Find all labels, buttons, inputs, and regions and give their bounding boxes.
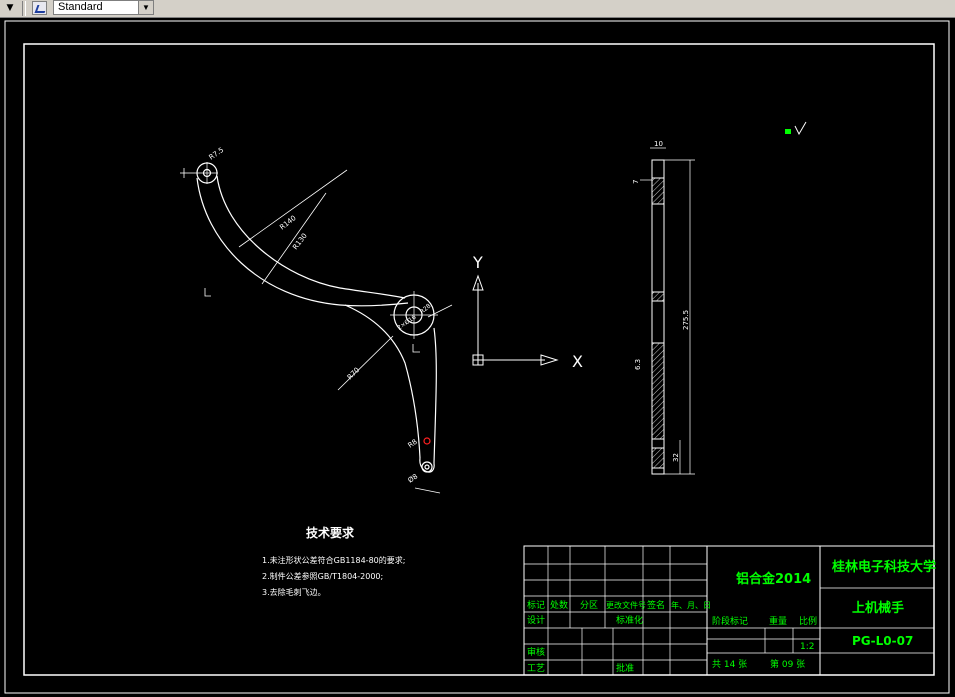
dim-text-o8: Ø8 — [407, 472, 420, 484]
tb-stage-label: 阶段标记 — [712, 615, 748, 627]
bottom-eye-outline — [421, 461, 433, 473]
tb-standardize: 标准化 — [616, 614, 643, 626]
roughness-green-mark — [785, 129, 791, 134]
tb-scale-value: 1:2 — [800, 642, 814, 652]
ucs-x-label: X — [572, 352, 583, 371]
tb-drawing-no: PG-L0-07 — [852, 634, 913, 648]
dim-leader-bottom — [414, 487, 441, 494]
tb-header-date: 年、月、日 — [671, 600, 711, 610]
text-style-select[interactable]: Standard ▼ — [53, 0, 154, 15]
side-surface-finish: 6.3 — [634, 359, 642, 370]
tb-sheet-no: 第 09 张 — [770, 658, 805, 670]
side-view-hatch-mid — [651, 291, 665, 302]
title-block-text: 铝合金2014 桂林电子科技大学 上机械手 PG-L0-07 标记 处数 分区 … — [527, 559, 936, 674]
dim-leader-r130 — [261, 192, 327, 285]
tb-material: 铝合金2014 — [736, 571, 811, 587]
tb-process: 工艺 — [527, 663, 545, 674]
tech-req-line-1: 1.未注形状公差符合GB1184-80的要求; — [262, 555, 405, 565]
tb-review: 审核 — [527, 646, 545, 658]
toolbar-dropdown-arrow-icon[interactable]: ▼ — [3, 2, 17, 15]
tb-scale-label: 比例 — [799, 615, 817, 627]
tb-total-sheets: 共 14 张 — [712, 659, 747, 670]
construction-mark-left — [204, 288, 211, 297]
bottom-hole-red-marker — [423, 437, 431, 445]
tb-header-count: 处数 — [550, 599, 568, 611]
tb-design: 设计 — [527, 614, 545, 626]
tb-header-mark: 标记 — [527, 599, 545, 611]
side-dim-text-275-5: 275.5 — [682, 310, 690, 330]
ucs-y-label: Y — [472, 253, 483, 272]
dim-text-r7-5: R7.5 — [208, 146, 226, 162]
side-view-hatch-top — [651, 177, 665, 205]
tb-header-zone: 分区 — [580, 600, 598, 611]
tech-req-line-2: 2.制件公差参照GB/T1804-2000; — [262, 571, 383, 581]
dim-text-r70: R70 — [346, 366, 361, 381]
outer-frame — [4, 20, 950, 694]
tb-header-change-doc: 更改文件号 — [606, 600, 646, 610]
dim-text-r8: R8 — [407, 438, 419, 450]
tech-req-line-3: 3.去除毛刺飞边。 — [262, 587, 326, 597]
lower-arm-right-edge — [433, 327, 437, 464]
chevron-down-icon[interactable]: ▼ — [138, 1, 153, 14]
dim-text-r130: R130 — [291, 232, 309, 251]
lower-arm-left-edge — [344, 304, 421, 459]
tb-school: 桂林电子科技大学 — [831, 559, 936, 575]
cad-drawing[interactable]: R7.5 R140 R130 R70 R28 2×Ø16 R8 Ø8 Y X 1… — [0, 18, 955, 697]
tb-header-sign: 签名 — [647, 599, 665, 611]
tb-part-name: 上机械手 — [852, 600, 904, 616]
ucs-icon — [472, 274, 559, 366]
toolbar-separator — [22, 1, 26, 16]
text-style-value: Standard — [58, 1, 103, 13]
roughness-symbol — [785, 121, 807, 136]
toolbar: ▼ Standard ▼ — [0, 0, 955, 18]
construction-mark-hub — [412, 344, 420, 353]
tech-req-heading: 技术要求 — [306, 525, 355, 540]
dim-leader-r140 — [238, 169, 348, 248]
roughness-check-icon — [794, 121, 807, 136]
drawing-canvas[interactable]: R7.5 R140 R130 R70 R28 2×Ø16 R8 Ø8 Y X 1… — [0, 18, 955, 697]
side-view-hatch-lower — [651, 342, 665, 440]
side-view-hatch-bottom — [651, 447, 665, 469]
dim-leader-r70 — [337, 335, 394, 391]
side-dim-text-7: 7 — [632, 180, 640, 184]
side-dim-text-32: 32 — [672, 453, 680, 462]
tb-approve: 批准 — [616, 662, 634, 674]
tb-weight-label: 重量 — [769, 615, 787, 627]
bottom-eye-hole — [424, 464, 430, 470]
side-dim-text-10: 10 — [654, 140, 663, 148]
arm-inner-curve — [216, 175, 406, 299]
front-view — [196, 162, 438, 473]
text-style-icon[interactable] — [32, 1, 47, 15]
